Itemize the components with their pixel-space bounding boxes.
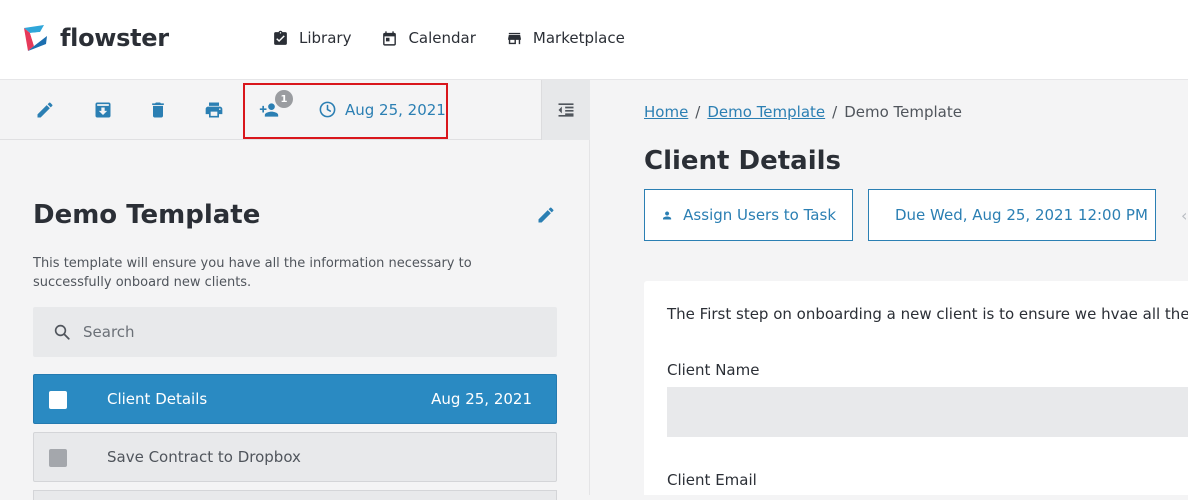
due-date-task-label: Due Wed, Aug 25, 2021 12:00 PM [895, 206, 1148, 224]
edit-button[interactable] [33, 98, 57, 122]
printer-icon [205, 102, 223, 118]
breadcrumb-home[interactable]: Home [644, 103, 688, 121]
breadcrumb-separator: / [832, 103, 838, 121]
marketplace-icon [508, 32, 521, 44]
flowster-logo-icon [24, 25, 47, 51]
breadcrumb-current: Demo Template [844, 103, 962, 121]
calendar-icon [383, 30, 397, 46]
pencil-icon [37, 102, 53, 118]
nav-calendar[interactable]: Calendar [381, 29, 476, 47]
breadcrumb: Home / Demo Template / Demo Template [644, 103, 962, 121]
assign-users-label: Assign Users to Task [683, 206, 836, 224]
client-name-field[interactable] [667, 387, 1188, 437]
trash-icon [152, 102, 164, 118]
app-logo[interactable]: flowster [20, 22, 169, 54]
archive-button[interactable] [91, 98, 115, 122]
task-content-card: The First step on onboarding a new clien… [644, 281, 1188, 495]
template-title: Demo Template [33, 200, 261, 230]
task-item-client-details[interactable]: Client Details Aug 25, 2021 [33, 374, 557, 424]
chevron-left-icon[interactable]: ‹ [1181, 206, 1187, 225]
client-name-label: Client Name [667, 361, 760, 379]
template-sidebar: 1 Aug 25, 2021 Demo Template This templa… [0, 80, 590, 500]
pencil-icon [538, 207, 554, 223]
edit-template-button[interactable] [536, 205, 556, 225]
task-item-partial[interactable] [33, 490, 557, 500]
breadcrumb-separator: / [695, 103, 701, 121]
task-label: Save Contract to Dropbox [107, 448, 301, 466]
user-icon [663, 210, 672, 220]
main-nav: Library Calendar Marketplace [272, 29, 625, 47]
search-icon [54, 324, 70, 340]
highlight-annotation [243, 83, 448, 139]
client-email-label: Client Email [667, 471, 757, 489]
nav-library[interactable]: Library [272, 29, 351, 47]
nav-marketplace-label: Marketplace [532, 29, 625, 47]
task-detail-panel: Home / Demo Template / Demo Template Cli… [591, 80, 1188, 495]
app-name: flowster [60, 24, 169, 52]
collapse-sidebar-button[interactable] [541, 80, 590, 140]
task-title: Client Details [644, 146, 842, 176]
top-navbar: flowster Library Calendar Marketplace [0, 0, 1188, 80]
template-toolbar: 1 Aug 25, 2021 [0, 80, 590, 140]
nav-calendar-label: Calendar [408, 29, 476, 47]
task-checkbox[interactable] [49, 391, 67, 409]
task-label: Client Details [107, 390, 208, 408]
nav-library-label: Library [299, 29, 352, 47]
due-date-task-button[interactable]: Due Wed, Aug 25, 2021 12:00 PM [868, 189, 1156, 241]
task-item-save-contract[interactable]: Save Contract to Dropbox [33, 432, 557, 482]
delete-button[interactable] [146, 98, 170, 122]
library-icon [274, 30, 287, 45]
task-intro-text: The First step on onboarding a new clien… [667, 305, 1188, 323]
task-date: Aug 25, 2021 [431, 390, 532, 408]
collapse-menu-icon [558, 103, 574, 117]
template-description: This template will ensure you have all t… [33, 256, 472, 290]
breadcrumb-template[interactable]: Demo Template [707, 103, 825, 121]
task-checkbox[interactable] [49, 449, 67, 467]
assign-users-to-task-button[interactable]: Assign Users to Task [644, 189, 853, 241]
print-button[interactable] [202, 98, 226, 122]
task-search [33, 307, 557, 357]
archive-icon [95, 102, 111, 118]
search-input[interactable] [83, 323, 503, 341]
nav-marketplace[interactable]: Marketplace [506, 29, 625, 47]
